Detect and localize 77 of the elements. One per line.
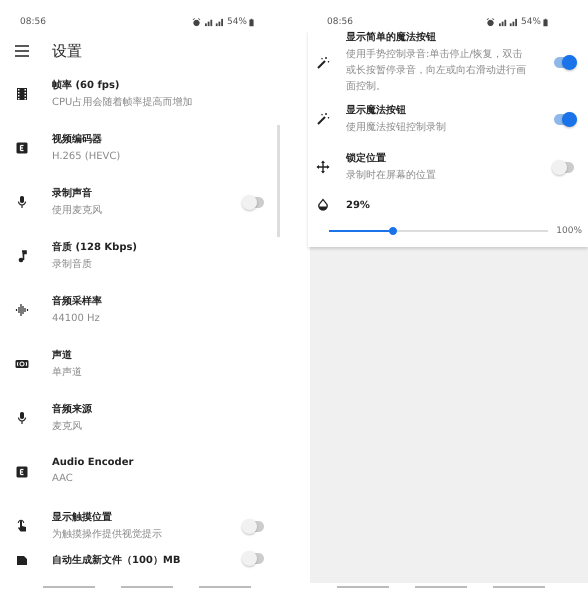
- encoder-icon: [15, 465, 29, 479]
- setting-description: 麦克风: [52, 420, 83, 434]
- setting-description: 录制音质: [52, 258, 93, 272]
- magic-wand-icon: [316, 56, 330, 70]
- setting-item[interactable]: 音质 (128 Kbps) 录制音质: [0, 229, 294, 283]
- setting-title: 锁定位置: [346, 151, 387, 164]
- setting-item[interactable]: 音频来源 麦克风: [0, 391, 294, 445]
- status-time: 08:56: [20, 17, 46, 27]
- nav-bar-line: [493, 586, 545, 588]
- setting-description: AAC: [52, 472, 74, 486]
- toggle-switch[interactable]: [554, 57, 574, 68]
- screen-title: 设置: [52, 42, 82, 60]
- setting-description: 使用手势控制录音:单击停止/恢复，双击或长按暂停录音，向左或向右滑动进行画面控制。: [346, 48, 527, 94]
- nav-bar-line: [43, 586, 95, 588]
- setting-title: 显示魔法按钮: [346, 103, 407, 116]
- signal-icon: [496, 18, 519, 26]
- water-drop-icon: [316, 198, 330, 212]
- nav-bar-line: [337, 586, 389, 588]
- setting-description: 录制时在屏幕的位置: [346, 168, 437, 182]
- nav-bar-line: [121, 586, 173, 588]
- setting-item[interactable]: 声道 单声道: [0, 337, 294, 391]
- setting-title: 视频编码器: [52, 132, 103, 146]
- toggle-switch[interactable]: [244, 196, 264, 208]
- magic-wand-icon: [316, 112, 330, 126]
- setting-description: 为触摸操作提供视觉提示: [52, 528, 163, 542]
- move-icon: [316, 160, 330, 174]
- setting-item[interactable]: 自动生成新文件（100）MB: [0, 553, 294, 591]
- setting-title: 音频来源: [52, 402, 93, 416]
- setting-title: 自动生成新文件（100）MB: [52, 553, 182, 567]
- signal-icon: [202, 18, 225, 26]
- microphone-icon: [15, 411, 29, 425]
- film-icon: [15, 87, 29, 101]
- setting-title: 录制声音: [52, 186, 93, 200]
- alarm-icon: [192, 18, 201, 26]
- battery-percent: 54%: [226, 17, 247, 27]
- setting-title: 显示触摸位置: [52, 510, 113, 524]
- setting-description: 使用麦克风: [52, 204, 103, 218]
- battery-icon: [249, 18, 254, 26]
- status-time: 08:56: [327, 17, 353, 27]
- setting-item[interactable]: 显示触摸位置 为触摸操作提供视觉提示: [0, 499, 294, 553]
- encoder-icon: [15, 141, 29, 155]
- setting-title: 显示简单的魔法按钮: [346, 30, 437, 44]
- setting-title: 音质 (128 Kbps): [52, 240, 138, 254]
- setting-title: 声道: [52, 348, 73, 362]
- toggle-switch[interactable]: [244, 553, 264, 564]
- setting-description: H.265 (HEVC): [52, 150, 122, 164]
- setting-title: 帧率 (60 fps): [52, 78, 120, 92]
- setting-description: 使用魔法按钮控制录制: [346, 120, 447, 134]
- speaker-icon: [15, 357, 29, 371]
- setting-item[interactable]: 录制声音 使用麦克风: [0, 175, 294, 229]
- nav-bar-line: [415, 586, 467, 588]
- waveform-icon: [15, 303, 29, 317]
- setting-title: 音频采样率: [52, 294, 103, 308]
- setting-description: 44100 Hz: [52, 312, 101, 326]
- microphone-icon: [15, 195, 29, 209]
- setting-description: 单声道: [52, 366, 83, 380]
- setting-item[interactable]: 帧率 (60 fps) CPU占用会随着帧率提高而增加: [0, 67, 294, 121]
- battery-icon: [543, 18, 548, 26]
- setting-item[interactable]: 显示简单的魔法按钮 使用手势控制录音:单击停止/恢复，双击或长按暂停录音，向左或向右滑动进行画面控制。: [308, 30, 588, 95]
- alarm-icon: [486, 18, 495, 26]
- setting-description: CPU占用会随着帧率提高而增加: [52, 96, 194, 110]
- file-icon: [15, 553, 29, 567]
- battery-percent: 54%: [520, 17, 541, 27]
- opacity-value: 29%: [346, 200, 370, 210]
- setting-item[interactable]: 音频采样率 44100 Hz: [0, 283, 294, 337]
- menu-icon[interactable]: [15, 45, 29, 57]
- setting-item[interactable]: Audio Encoder AAC: [0, 445, 294, 499]
- toggle-switch[interactable]: [554, 162, 574, 172]
- touch-icon: [15, 519, 29, 533]
- setting-item[interactable]: 显示魔法按钮 使用魔法按钮控制录制: [308, 95, 588, 143]
- toggle-switch[interactable]: [554, 114, 574, 124]
- slider-max-label: 100%: [556, 226, 582, 236]
- setting-item[interactable]: 锁定位置 录制时在屏幕的位置: [308, 143, 588, 191]
- setting-item[interactable]: 视频编码器 H.265 (HEVC): [0, 121, 294, 175]
- setting-title: Audio Encoder: [52, 457, 134, 468]
- nav-bar-line: [199, 586, 251, 588]
- toggle-switch[interactable]: [244, 520, 264, 532]
